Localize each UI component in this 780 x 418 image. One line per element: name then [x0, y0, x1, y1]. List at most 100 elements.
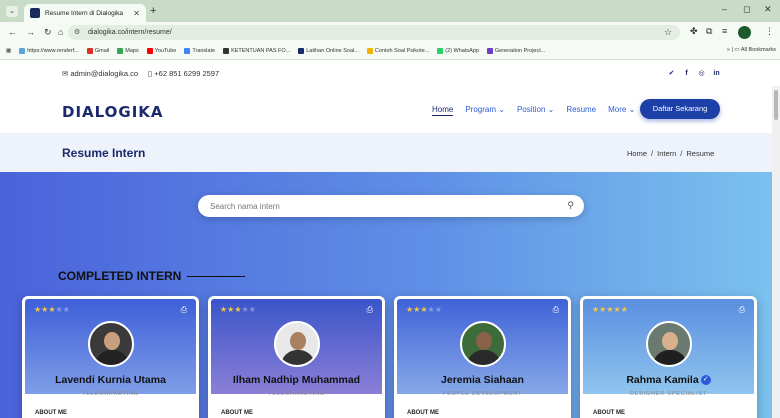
- bookmark-item[interactable]: https://www.renderf...: [19, 48, 79, 54]
- page-icon: [298, 48, 305, 54]
- translate-icon: [184, 48, 191, 54]
- download-icon[interactable]: ⎙: [181, 305, 187, 315]
- intern-card[interactable]: ★★★★★ ⎙ Lavendi Kurnia Utama TELEMARKETI…: [22, 296, 199, 418]
- intern-role: TELEMARKETING: [82, 391, 139, 397]
- gmail-icon: [86, 48, 93, 54]
- url-field[interactable]: ⚙ dialogika.co/intern/resume/ ☆: [68, 25, 680, 40]
- extension-icon[interactable]: ✤: [690, 26, 698, 37]
- intern-card[interactable]: ★★★★★ ⎙ Rahma Kamila ✓ DESIGNER SPECIALIS…: [580, 296, 757, 418]
- search-bar: ⚲: [198, 195, 584, 217]
- page-icon: [223, 48, 230, 54]
- breadcrumb-resume: Resume: [686, 149, 715, 158]
- site-header: DIALOGIKA Home Program ⌄ Position ⌄ Resu…: [0, 86, 780, 134]
- bookmark-item[interactable]: Gmail: [86, 48, 109, 54]
- about-me-label: ABOUT ME: [593, 410, 625, 416]
- nav-resume[interactable]: Resume: [566, 105, 596, 116]
- new-tab-icon[interactable]: +: [150, 5, 156, 17]
- bookmarks-bar: ▦ https://www.renderf... Gmail Maps YouT…: [0, 43, 780, 60]
- bookmark-star-icon[interactable]: ☆: [664, 27, 672, 38]
- intern-card[interactable]: ★★★★★ ⎙ Jeremia Siahaan PEOPLE DEVELOPME…: [394, 296, 571, 418]
- breadcrumb-intern[interactable]: Intern: [657, 149, 676, 158]
- window-close-icon[interactable]: ✕: [764, 4, 772, 15]
- phone-link[interactable]: ▯ +62 851 6299 2597: [148, 69, 219, 78]
- rating-stars: ★★★★★: [406, 305, 442, 314]
- bookmark-item[interactable]: YouTube: [146, 48, 176, 54]
- facebook-icon[interactable]: f: [682, 69, 691, 78]
- download-icon[interactable]: ⎙: [739, 305, 745, 315]
- linkedin-icon[interactable]: in: [712, 69, 721, 78]
- nav-more[interactable]: More ⌄: [608, 105, 635, 116]
- nav-program[interactable]: Program ⌄: [465, 105, 505, 116]
- about-me-label: ABOUT ME: [35, 410, 67, 416]
- page-icon: [366, 48, 373, 54]
- browser-tab[interactable]: Resume Intern di Dialogika ✕: [24, 4, 146, 22]
- maps-icon: [117, 48, 124, 54]
- main-nav: Home Program ⌄ Position ⌄ Resume More ⌄: [432, 105, 635, 116]
- intern-role: TELEMARKETING: [268, 391, 325, 397]
- intern-role: PEOPLE DEVELOPMENT: [442, 391, 523, 397]
- restore-icon[interactable]: ◻: [743, 4, 750, 15]
- bookmark-item[interactable]: Contoh Soal Psikote...: [366, 48, 429, 54]
- intern-name: Jeremia Siahaan: [441, 374, 524, 386]
- search-icon[interactable]: ⚲: [567, 200, 574, 211]
- bookmark-item[interactable]: KETENTUAN PAS FO...: [223, 48, 290, 54]
- bookmark-item[interactable]: Generation Project...: [486, 48, 545, 54]
- profile-avatar[interactable]: [738, 26, 751, 39]
- intern-name: Lavendi Kurnia Utama: [55, 374, 166, 386]
- page-scrollbar[interactable]: [772, 86, 780, 418]
- avatar: [646, 321, 692, 367]
- forward-icon[interactable]: →: [26, 27, 35, 37]
- email-link[interactable]: ✉ admin@dialogika.co: [62, 69, 138, 78]
- section-title: COMPLETED INTERN: [58, 269, 246, 283]
- contact-bar: ✉ admin@dialogika.co ▯ +62 851 6299 2597…: [0, 60, 780, 86]
- youtube-icon: [146, 48, 153, 54]
- tab-search-button[interactable]: ⌄: [6, 6, 18, 17]
- instagram-icon[interactable]: ◎: [697, 69, 706, 78]
- reload-icon[interactable]: ↻: [44, 27, 52, 38]
- apps-icon[interactable]: ▦: [6, 48, 11, 54]
- breadcrumb-separator: /: [651, 149, 654, 158]
- bookmark-item[interactable]: Translate: [184, 48, 215, 54]
- daftar-sekarang-button[interactable]: Daftar Sekarang: [640, 99, 720, 119]
- bookmark-item[interactable]: Latihan Online Soal...: [298, 48, 359, 54]
- breadcrumb-separator: /: [680, 149, 683, 158]
- breadcrumb: Home / Intern / Resume: [627, 149, 714, 158]
- home-icon[interactable]: ⌂: [58, 27, 63, 37]
- scroll-thumb[interactable]: [774, 90, 778, 120]
- bookmark-item[interactable]: (2) WhatsApp: [437, 48, 479, 54]
- all-bookmarks-button[interactable]: » | ▭ All Bookmarks: [722, 47, 776, 53]
- avatar: [274, 321, 320, 367]
- back-icon[interactable]: ←: [8, 27, 17, 37]
- rating-stars: ★★★★★: [592, 305, 628, 314]
- favicon-icon: [30, 8, 40, 18]
- mail-icon: ✉: [62, 69, 69, 78]
- nav-position[interactable]: Position ⌄: [517, 105, 554, 116]
- download-icon[interactable]: ⎙: [553, 305, 559, 315]
- avatar: [460, 321, 506, 367]
- minimize-icon[interactable]: –: [722, 4, 727, 14]
- whatsapp-icon: [437, 48, 444, 54]
- breadcrumb-home[interactable]: Home: [627, 149, 647, 158]
- avatar: [88, 321, 134, 367]
- page-title: Resume Intern: [62, 146, 146, 160]
- bookmark-item[interactable]: Maps: [117, 48, 139, 54]
- intern-card[interactable]: ★★★★★ ⎙ Ilham Nadhip Muhammad TELEMARKET…: [208, 296, 385, 418]
- menu-dots-icon[interactable]: ⋮: [765, 26, 774, 37]
- rating-stars: ★★★★★: [34, 305, 70, 314]
- site-info-icon[interactable]: ⚙: [74, 28, 80, 36]
- reading-list-icon[interactable]: ≡: [722, 26, 727, 36]
- close-icon[interactable]: ✕: [133, 9, 140, 18]
- search-input[interactable]: [210, 201, 540, 211]
- intern-name: Ilham Nadhip Muhammad: [232, 374, 361, 386]
- section-underline: [187, 275, 246, 277]
- rating-stars: ★★★★★: [220, 305, 256, 314]
- page-icon: [486, 48, 493, 54]
- download-icon[interactable]: ⎙: [367, 305, 373, 315]
- twitter-icon[interactable]: ✔: [667, 69, 676, 78]
- site-logo[interactable]: DIALOGIKA: [62, 103, 164, 121]
- extensions-puzzle-icon[interactable]: ⧉: [706, 26, 712, 37]
- address-bar-row: ← → ↻ ⌂ ⚙ dialogika.co/intern/resume/ ☆: [0, 22, 780, 43]
- nav-home[interactable]: Home: [432, 105, 454, 116]
- page-header: Resume Intern Home / Intern / Resume: [0, 134, 780, 172]
- intern-role: DESIGNER SPECIALIST: [629, 391, 708, 397]
